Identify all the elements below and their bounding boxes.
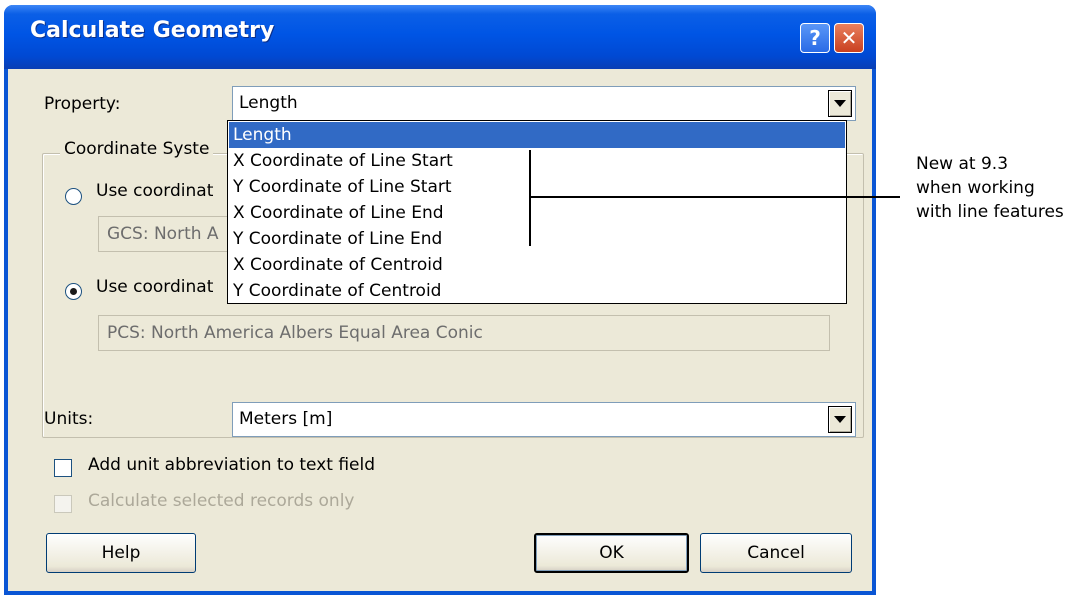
units-value: Meters [m] <box>239 409 333 429</box>
radio-use-data-frame-label: Use coordinat <box>96 277 214 297</box>
callout-annotation: New at 9.3 when working with line featur… <box>916 152 1081 224</box>
dropdown-option-x-centroid[interactable]: X Coordinate of Centroid <box>229 252 845 278</box>
property-label: Property: <box>44 94 120 114</box>
property-label-text: Property: <box>44 94 121 114</box>
ok-button-label: OK <box>599 543 624 563</box>
cancel-button-label: Cancel <box>747 543 805 563</box>
radio-use-data-frame[interactable] <box>65 283 82 300</box>
coordinate-system-group-label: Coordinate Syste <box>60 139 214 159</box>
dropdown-option-y-line-end[interactable]: Y Coordinate of Line End <box>229 226 845 252</box>
title-bar[interactable]: Calculate Geometry ? ✕ <box>4 5 876 69</box>
add-abbreviation-label: Add unit abbreviation to text field <box>88 455 376 475</box>
help-button[interactable]: Help <box>46 533 196 573</box>
selected-records-checkbox[interactable] <box>54 495 72 513</box>
data-frame-coord-field: PCS: North America Albers Equal Area Con… <box>98 315 830 351</box>
ok-button[interactable]: OK <box>534 533 689 573</box>
callout-bracket-line <box>529 150 531 246</box>
annotation-line-2: when working <box>916 178 1035 198</box>
help-icon[interactable]: ? <box>800 23 830 53</box>
dropdown-option-length[interactable]: Length <box>229 122 845 148</box>
selected-records-label: Calculate selected records only <box>88 491 355 511</box>
dialog-title: Calculate Geometry <box>30 18 275 43</box>
annotation-line-1: New at 9.3 <box>916 154 1009 174</box>
radio-use-data-source-label: Use coordinat <box>96 181 214 201</box>
radio-selected-dot <box>70 288 77 295</box>
dropdown-option-y-centroid[interactable]: Y Coordinate of Centroid <box>229 278 845 304</box>
add-abbreviation-checkbox[interactable] <box>54 459 72 477</box>
property-dropdown-list: Length X Coordinate of Line Start Y Coor… <box>227 120 847 304</box>
dropdown-option-x-line-end[interactable]: X Coordinate of Line End <box>229 200 845 226</box>
radio-use-data-source[interactable] <box>65 188 82 205</box>
chevron-down-icon[interactable] <box>828 90 852 117</box>
units-label: Units: <box>44 409 93 429</box>
dropdown-option-x-line-start[interactable]: X Coordinate of Line Start <box>229 148 845 174</box>
property-value: Length <box>239 93 298 113</box>
chevron-down-icon[interactable] <box>828 406 852 433</box>
cancel-button[interactable]: Cancel <box>700 533 852 573</box>
units-label-text: Units: <box>44 409 94 429</box>
annotation-line-3: with line features <box>916 202 1064 222</box>
data-source-coord-value: GCS: North A <box>107 224 219 244</box>
units-combobox[interactable]: Meters [m] <box>232 402 856 437</box>
help-button-label: Help <box>101 543 141 563</box>
data-frame-coord-value: PCS: North America Albers Equal Area Con… <box>107 323 483 343</box>
close-icon[interactable]: ✕ <box>834 23 864 53</box>
callout-leader-line <box>529 196 900 198</box>
property-combobox[interactable]: Length <box>232 86 856 121</box>
